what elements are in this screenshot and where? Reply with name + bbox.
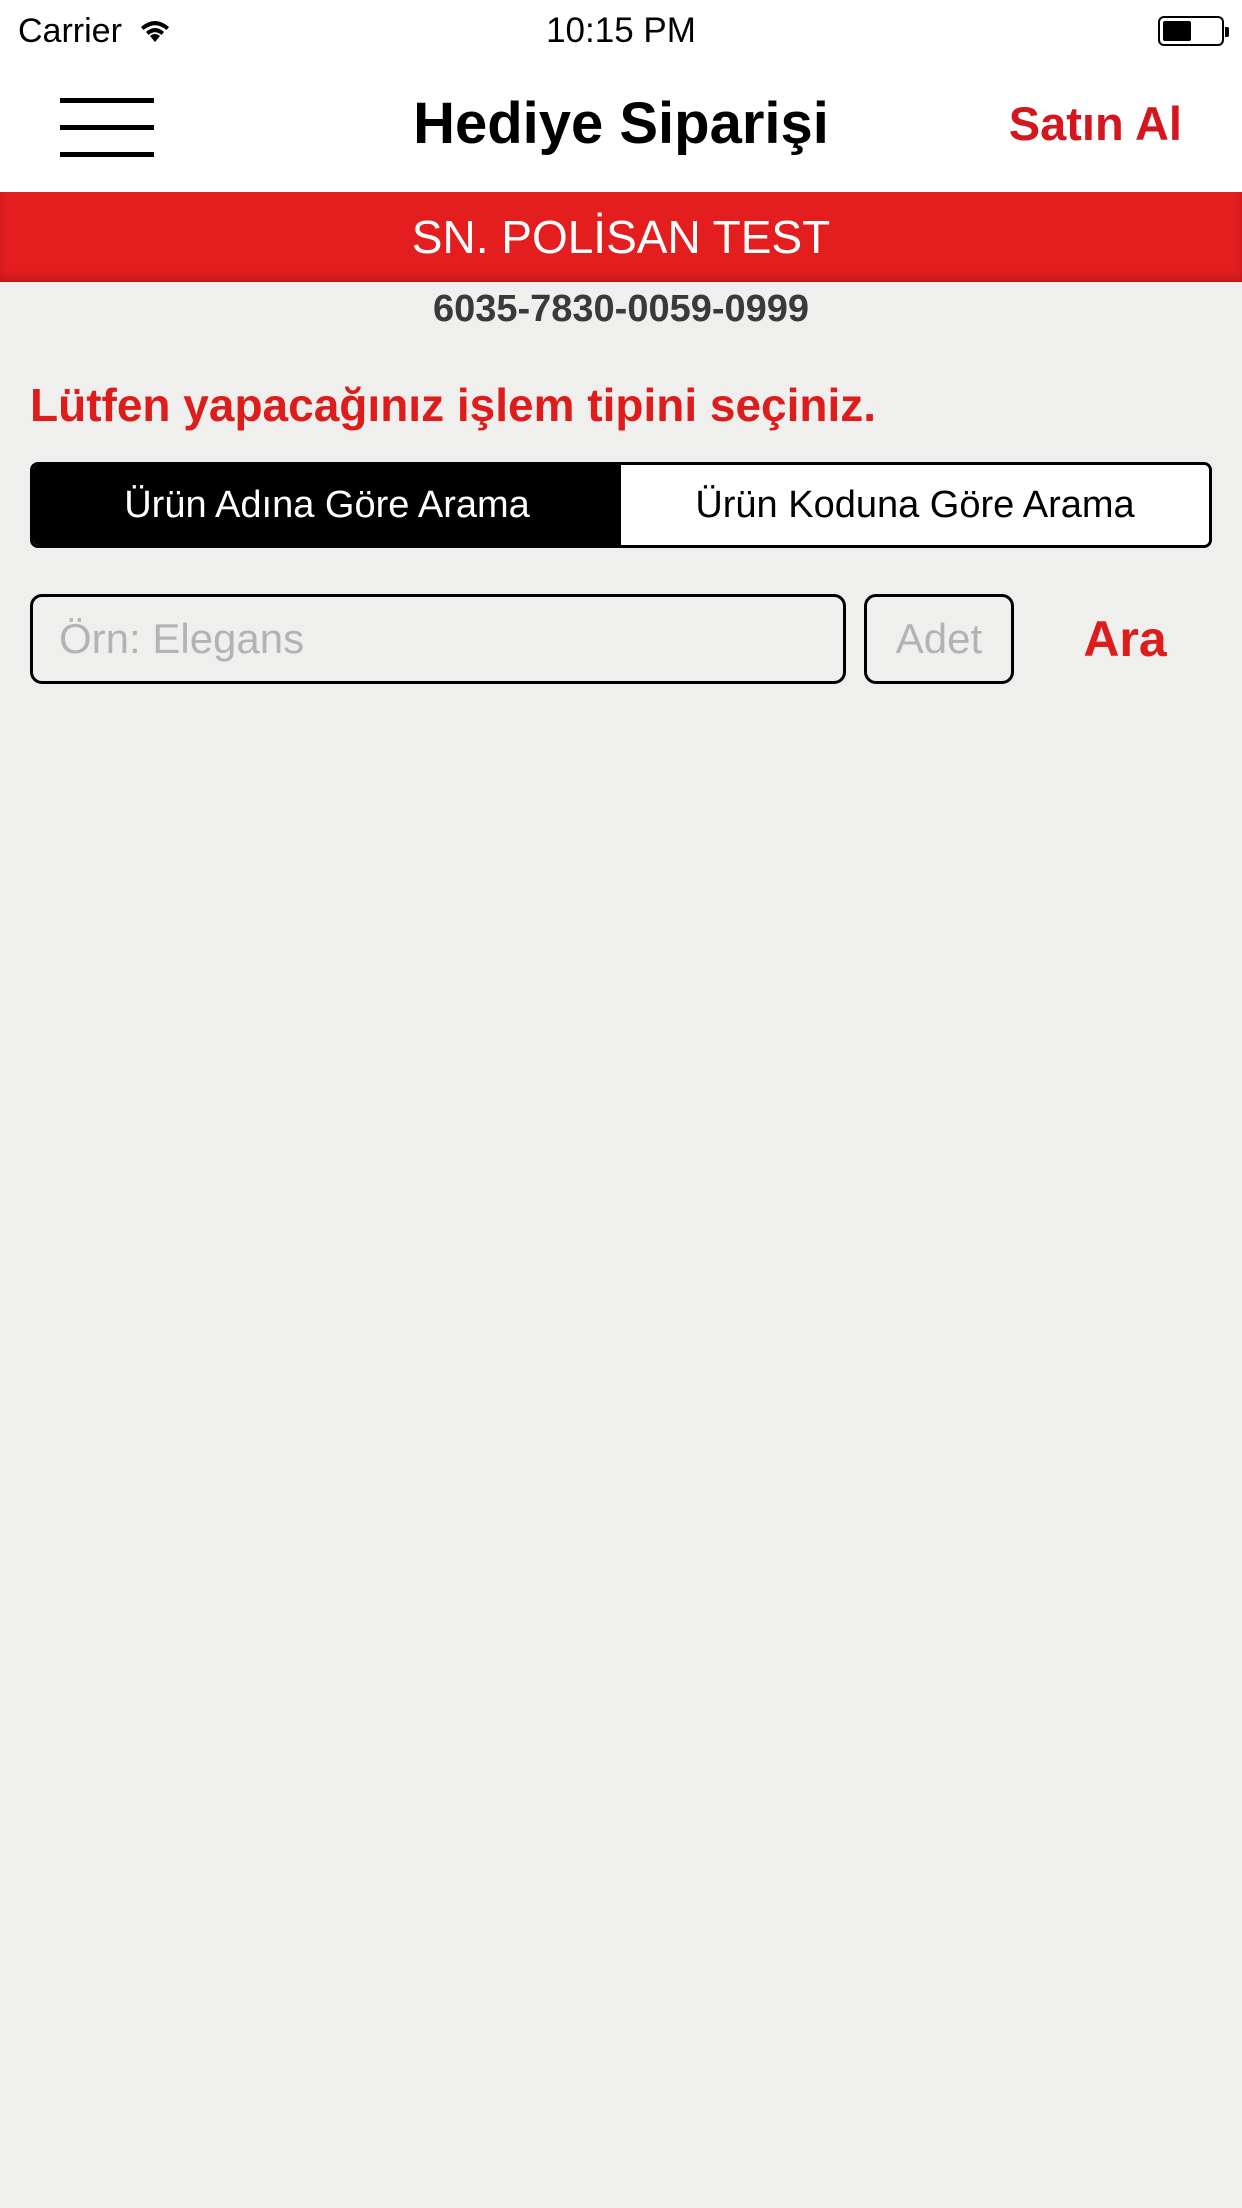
search-button[interactable]: Ara (1040, 604, 1210, 674)
search-type-segmented-control: Ürün Adına Göre Arama Ürün Koduna Göre A… (30, 462, 1212, 548)
card-number: 6035-7830-0059-0999 (432, 288, 810, 330)
segment-search-by-code[interactable]: Ürün Koduna Göre Arama (621, 465, 1209, 545)
product-search-input[interactable] (30, 594, 846, 684)
buy-button[interactable]: Satın Al (1009, 96, 1182, 151)
instruction-text: Lütfen yapacağınız işlem tipini seçiniz. (30, 379, 877, 431)
navigation-bar: Hediye Siparişi Satın Al (0, 62, 1242, 192)
user-name-banner: SN. POLİSAN TEST (0, 192, 1242, 282)
battery-cap (1225, 27, 1229, 37)
quantity-input[interactable] (864, 594, 1014, 684)
segment-search-by-name[interactable]: Ürün Adına Göre Arama (33, 465, 621, 545)
battery-icon (1158, 16, 1229, 46)
status-time: 10:15 PM (546, 11, 696, 50)
status-bar: Carrier 10:15 PM (0, 0, 1242, 62)
battery-level (1163, 21, 1191, 41)
